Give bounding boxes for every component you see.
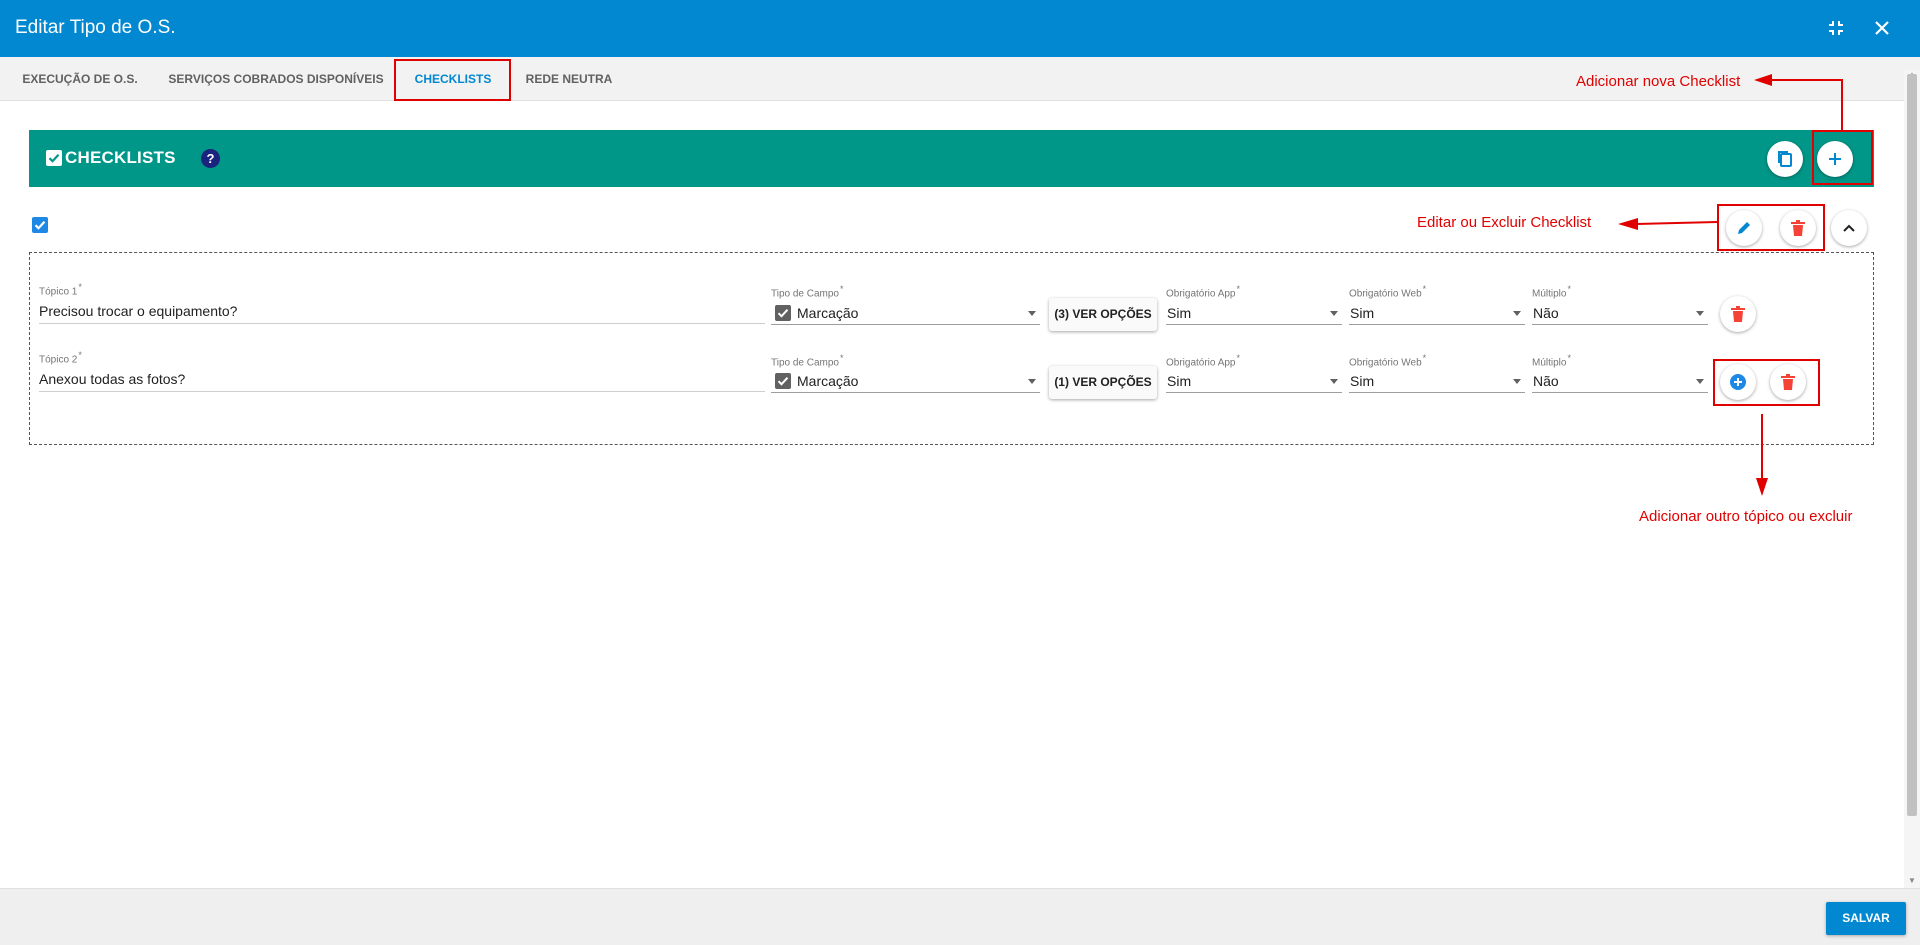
- save-button[interactable]: SALVAR: [1826, 902, 1906, 935]
- dialog-footer: SALVAR: [0, 888, 1920, 945]
- annotation-arrows: [1618, 74, 1843, 496]
